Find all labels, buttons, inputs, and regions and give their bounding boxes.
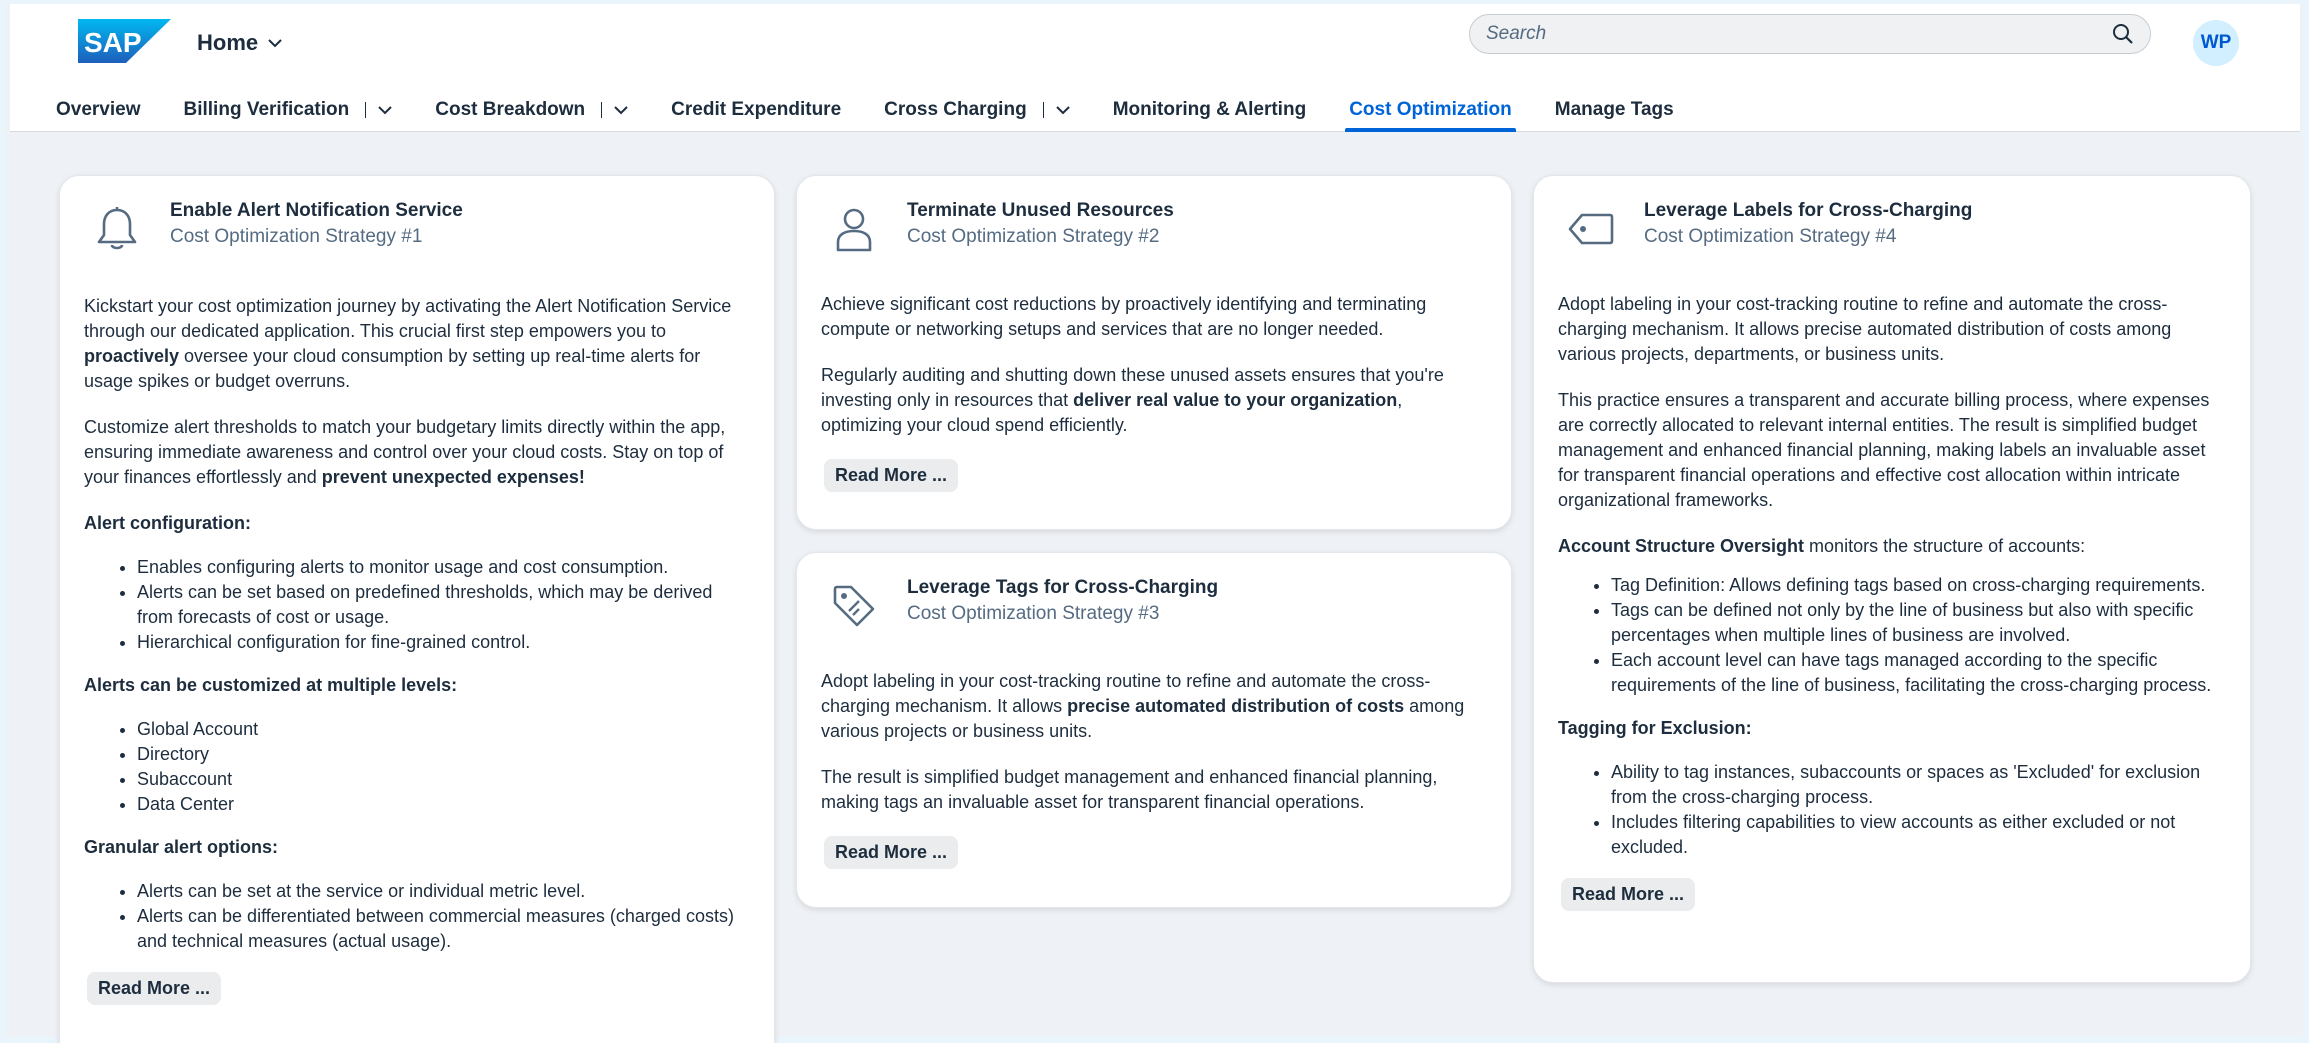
paragraph: Customize alert thresholds to match your… — [84, 417, 726, 487]
paragraph: Adopt labeling in your cost-tracking rou… — [821, 671, 1465, 741]
card-labels-cross-charging: Leverage Labels for Cross-Charging Cost … — [1533, 175, 2251, 983]
tab-label: Billing Verification — [183, 99, 350, 120]
tab-label: Credit Expenditure — [671, 99, 842, 120]
tab-label: Manage Tags — [1554, 99, 1674, 120]
label-icon — [1566, 204, 1616, 254]
search-icon[interactable] — [2112, 23, 2134, 45]
paragraph: Account Structure Oversight monitors the… — [1558, 536, 2086, 556]
list-item: Directory — [137, 742, 750, 767]
list-item: Data Center — [137, 792, 750, 817]
list-item: Global Account — [137, 717, 750, 742]
card-title: Enable Alert Notification Service — [170, 200, 463, 221]
list-item: Hierarchical configuration for fine-grai… — [137, 630, 750, 655]
list-item: Each account level can have tags managed… — [1611, 648, 2226, 698]
tab-label: Monitoring & Alerting — [1112, 99, 1307, 120]
chevron-down-icon[interactable] — [378, 105, 392, 115]
read-more-button[interactable]: Read More ... — [87, 972, 222, 1005]
paragraph: Achieve significant cost reductions by p… — [821, 294, 1427, 339]
section-heading: Alert configuration: — [84, 513, 251, 533]
home-menu[interactable]: Home — [197, 30, 282, 56]
tab-separator — [601, 102, 603, 118]
tab-credit-expenditure[interactable]: Credit Expenditure — [671, 88, 841, 132]
svg-text:SAP: SAP — [84, 27, 142, 58]
section-heading: Alerts can be customized at multiple lev… — [84, 675, 458, 695]
tab-overview[interactable]: Overview — [56, 88, 141, 132]
list-item: Alerts can be differentiated between com… — [137, 904, 750, 954]
tab-manage-tags[interactable]: Manage Tags — [1555, 88, 1674, 132]
card-header: Enable Alert Notification Service Cost O… — [84, 198, 750, 254]
chevron-down-icon[interactable] — [1055, 105, 1070, 115]
list-item: Includes filtering capabilities to view … — [1611, 810, 2226, 860]
tab-monitoring-alerting[interactable]: Monitoring & Alerting — [1113, 88, 1307, 132]
card-subtitle: Cost Optimization Strategy #3 — [907, 603, 1160, 624]
read-more-button[interactable]: Read More ... — [1561, 878, 1696, 911]
bullet-list: Ability to tag instances, subaccounts or… — [1611, 760, 2226, 860]
chevron-down-icon — [268, 39, 282, 48]
card-title: Terminate Unused Resources — [907, 200, 1174, 221]
card-subtitle: Cost Optimization Strategy #1 — [170, 226, 423, 247]
paragraph: Regularly auditing and shutting down the… — [821, 365, 1444, 435]
card-subtitle: Cost Optimization Strategy #4 — [1644, 226, 1897, 247]
tab-separator — [1042, 102, 1044, 118]
read-more-button[interactable]: Read More ... — [824, 836, 959, 869]
tab-label: Cost Optimization — [1349, 99, 1512, 120]
card-body: Adopt labeling in your cost-tracking rou… — [1558, 292, 2226, 911]
home-label: Home — [197, 30, 259, 55]
tab-label: Cross Charging — [884, 99, 1027, 120]
list-item: Ability to tag instances, subaccounts or… — [1611, 760, 2226, 810]
paragraph: Kickstart your cost optimization journey… — [84, 296, 732, 391]
bullet-list: Tag Definition: Allows defining tags bas… — [1611, 573, 2226, 698]
card-header: Leverage Labels for Cross-Charging Cost … — [1558, 198, 2226, 254]
list-item: Enables configuring alerts to monitor us… — [137, 555, 750, 580]
search-input[interactable] — [1486, 23, 2112, 45]
card-body: Adopt labeling in your cost-tracking rou… — [821, 669, 1487, 869]
card-header: Terminate Unused Resources Cost Optimiza… — [821, 198, 1487, 254]
tab-separator — [365, 102, 367, 118]
bullet-list: Alerts can be set at the service or indi… — [137, 879, 750, 954]
card-body: Achieve significant cost reductions by p… — [821, 292, 1487, 492]
list-item: Alerts can be set at the service or indi… — [137, 879, 750, 904]
card-subtitle: Cost Optimization Strategy #2 — [907, 226, 1160, 247]
card-terminate-unused: Terminate Unused Resources Cost Optimiza… — [796, 175, 1512, 530]
search-field[interactable] — [1469, 14, 2151, 54]
card-body: Kickstart your cost optimization journey… — [84, 294, 750, 1005]
tab-label: Cost Breakdown — [435, 99, 586, 120]
chevron-down-icon[interactable] — [614, 105, 628, 115]
read-more-button[interactable]: Read More ... — [824, 459, 959, 492]
tag-icon — [829, 581, 879, 631]
list-item: Alerts can be set based on predefined th… — [137, 580, 750, 630]
card-title: Leverage Tags for Cross-Charging — [907, 577, 1219, 598]
section-heading: Tagging for Exclusion: — [1558, 718, 1752, 738]
paragraph: This practice ensures a transparent and … — [1558, 390, 2210, 510]
user-avatar[interactable]: WP — [2193, 20, 2239, 66]
bell-icon — [92, 204, 142, 254]
tab-cost-optimization[interactable]: Cost Optimization — [1345, 88, 1516, 132]
tab-label: Overview — [56, 99, 141, 120]
list-item: Tags can be defined not only by the line… — [1611, 598, 2226, 648]
section-heading: Granular alert options: — [84, 837, 279, 857]
card-alert-notification: Enable Alert Notification Service Cost O… — [59, 175, 775, 1043]
card-tags-cross-charging: Leverage Tags for Cross-Charging Cost Op… — [796, 552, 1512, 908]
bullet-list: Enables configuring alerts to monitor us… — [137, 555, 750, 655]
list-item: Tag Definition: Allows defining tags bas… — [1611, 573, 2226, 598]
bullet-list: Global Account Directory Subaccount Data… — [137, 717, 750, 817]
card-header: Leverage Tags for Cross-Charging Cost Op… — [821, 575, 1487, 631]
person-icon — [829, 204, 879, 254]
sap-logo[interactable]: SAP — [78, 19, 171, 63]
paragraph: Adopt labeling in your cost-tracking rou… — [1558, 294, 2172, 364]
tab-billing-verification[interactable]: Billing Verification — [184, 88, 393, 132]
list-item: Subaccount — [137, 767, 750, 792]
tab-cross-charging[interactable]: Cross Charging — [884, 88, 1070, 132]
card-title: Leverage Labels for Cross-Charging — [1644, 200, 1973, 221]
shell-bar: SAP Home WP Overview Billing Verificatio… — [10, 4, 2300, 132]
tab-cost-breakdown[interactable]: Cost Breakdown — [435, 88, 628, 132]
paragraph: The result is simplified budget manageme… — [821, 767, 1438, 812]
tab-bar: Overview Billing Verification Cost Break… — [56, 88, 1717, 132]
